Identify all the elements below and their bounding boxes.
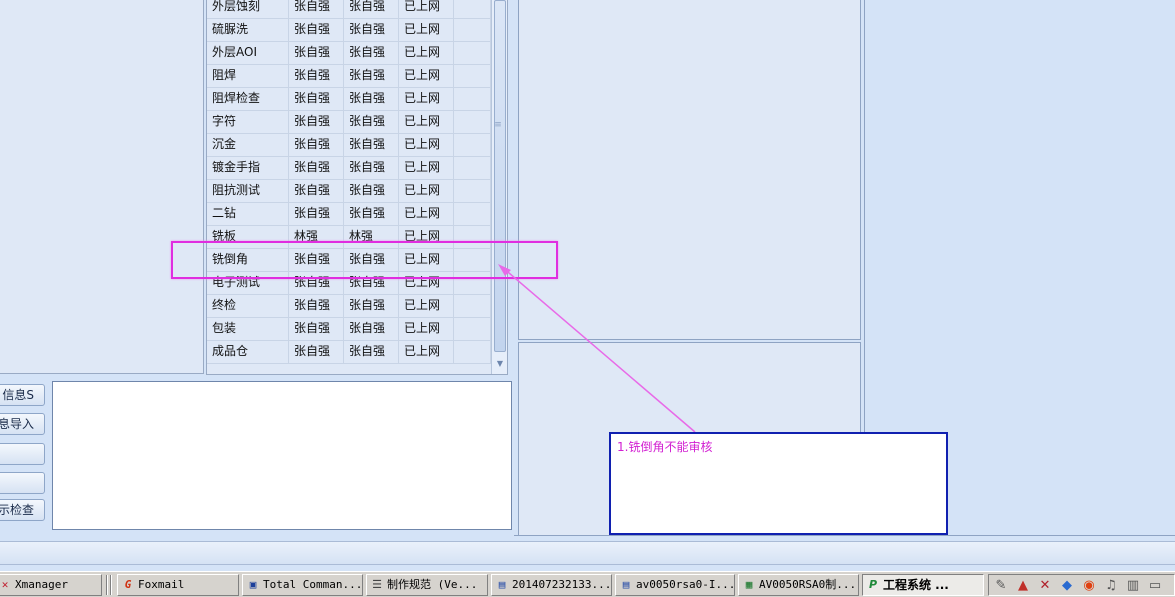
task-xmanager[interactable]: ✕ Xmanager bbox=[0, 574, 102, 596]
task-total-commander[interactable]: ▣ Total Comman... bbox=[242, 574, 363, 596]
task-label: Total Comman... bbox=[263, 578, 363, 591]
excel-icon: ▦ bbox=[745, 578, 753, 591]
system-tray: ✎ ▲ ✕ ◆ ◉ ♫ ▥ ▭ bbox=[988, 574, 1175, 596]
task-label: 制作规范 (Ve... bbox=[387, 578, 478, 591]
floppy-icon: ▣ bbox=[249, 578, 257, 591]
monitor-icon[interactable]: ▭ bbox=[1147, 578, 1163, 594]
task-excel[interactable]: ▦ AV0050RSA0制... bbox=[738, 574, 859, 596]
notes-icon[interactable]: ✎ bbox=[993, 578, 1009, 594]
task-label: Foxmail bbox=[138, 578, 185, 591]
task-label: 工程系统 ... bbox=[883, 578, 949, 592]
update-icon[interactable]: ◉ bbox=[1081, 578, 1097, 594]
taskbar-separator bbox=[110, 575, 112, 595]
taskbar: ✕ Xmanager G Foxmail ▣ Total Comman... ☰… bbox=[0, 571, 1175, 597]
task-label: AV0050RSA0制... bbox=[759, 578, 857, 591]
taskbar-separator bbox=[106, 575, 108, 595]
task-label: 201407232133... bbox=[512, 578, 612, 591]
xmanager-tray-icon[interactable]: ✕ bbox=[1037, 578, 1053, 594]
antivirus-icon[interactable]: ▲ bbox=[1015, 578, 1031, 594]
annotation-note: 1.铣倒角不能审核 bbox=[609, 432, 948, 535]
security-shield-icon[interactable]: ◆ bbox=[1059, 578, 1075, 594]
annotation-note-text: 1.铣倒角不能审核 bbox=[617, 440, 713, 454]
network-icon[interactable]: ▥ bbox=[1125, 578, 1141, 594]
word-icon: ▤ bbox=[498, 578, 506, 591]
volume-icon[interactable]: ♫ bbox=[1103, 578, 1119, 594]
task-foxmail[interactable]: G Foxmail bbox=[117, 574, 239, 596]
x-icon: ✕ bbox=[1, 578, 9, 591]
task-word-2[interactable]: ▤ av0050rsa0-I... bbox=[615, 574, 735, 596]
word-icon: ▤ bbox=[622, 578, 630, 591]
task-word-1[interactable]: ▤ 201407232133... bbox=[491, 574, 612, 596]
task-spec-doc[interactable]: ☰ 制作规范 (Ve... bbox=[366, 574, 488, 596]
task-engineering-system[interactable]: P 工程系统 ... bbox=[862, 574, 984, 596]
foxmail-icon: G bbox=[124, 578, 132, 591]
app-icon: P bbox=[868, 578, 878, 591]
annotation-arrow bbox=[498, 264, 696, 433]
task-label: av0050rsa0-I... bbox=[636, 578, 735, 591]
document-icon: ☰ bbox=[372, 578, 382, 591]
task-label: Xmanager bbox=[15, 578, 68, 591]
